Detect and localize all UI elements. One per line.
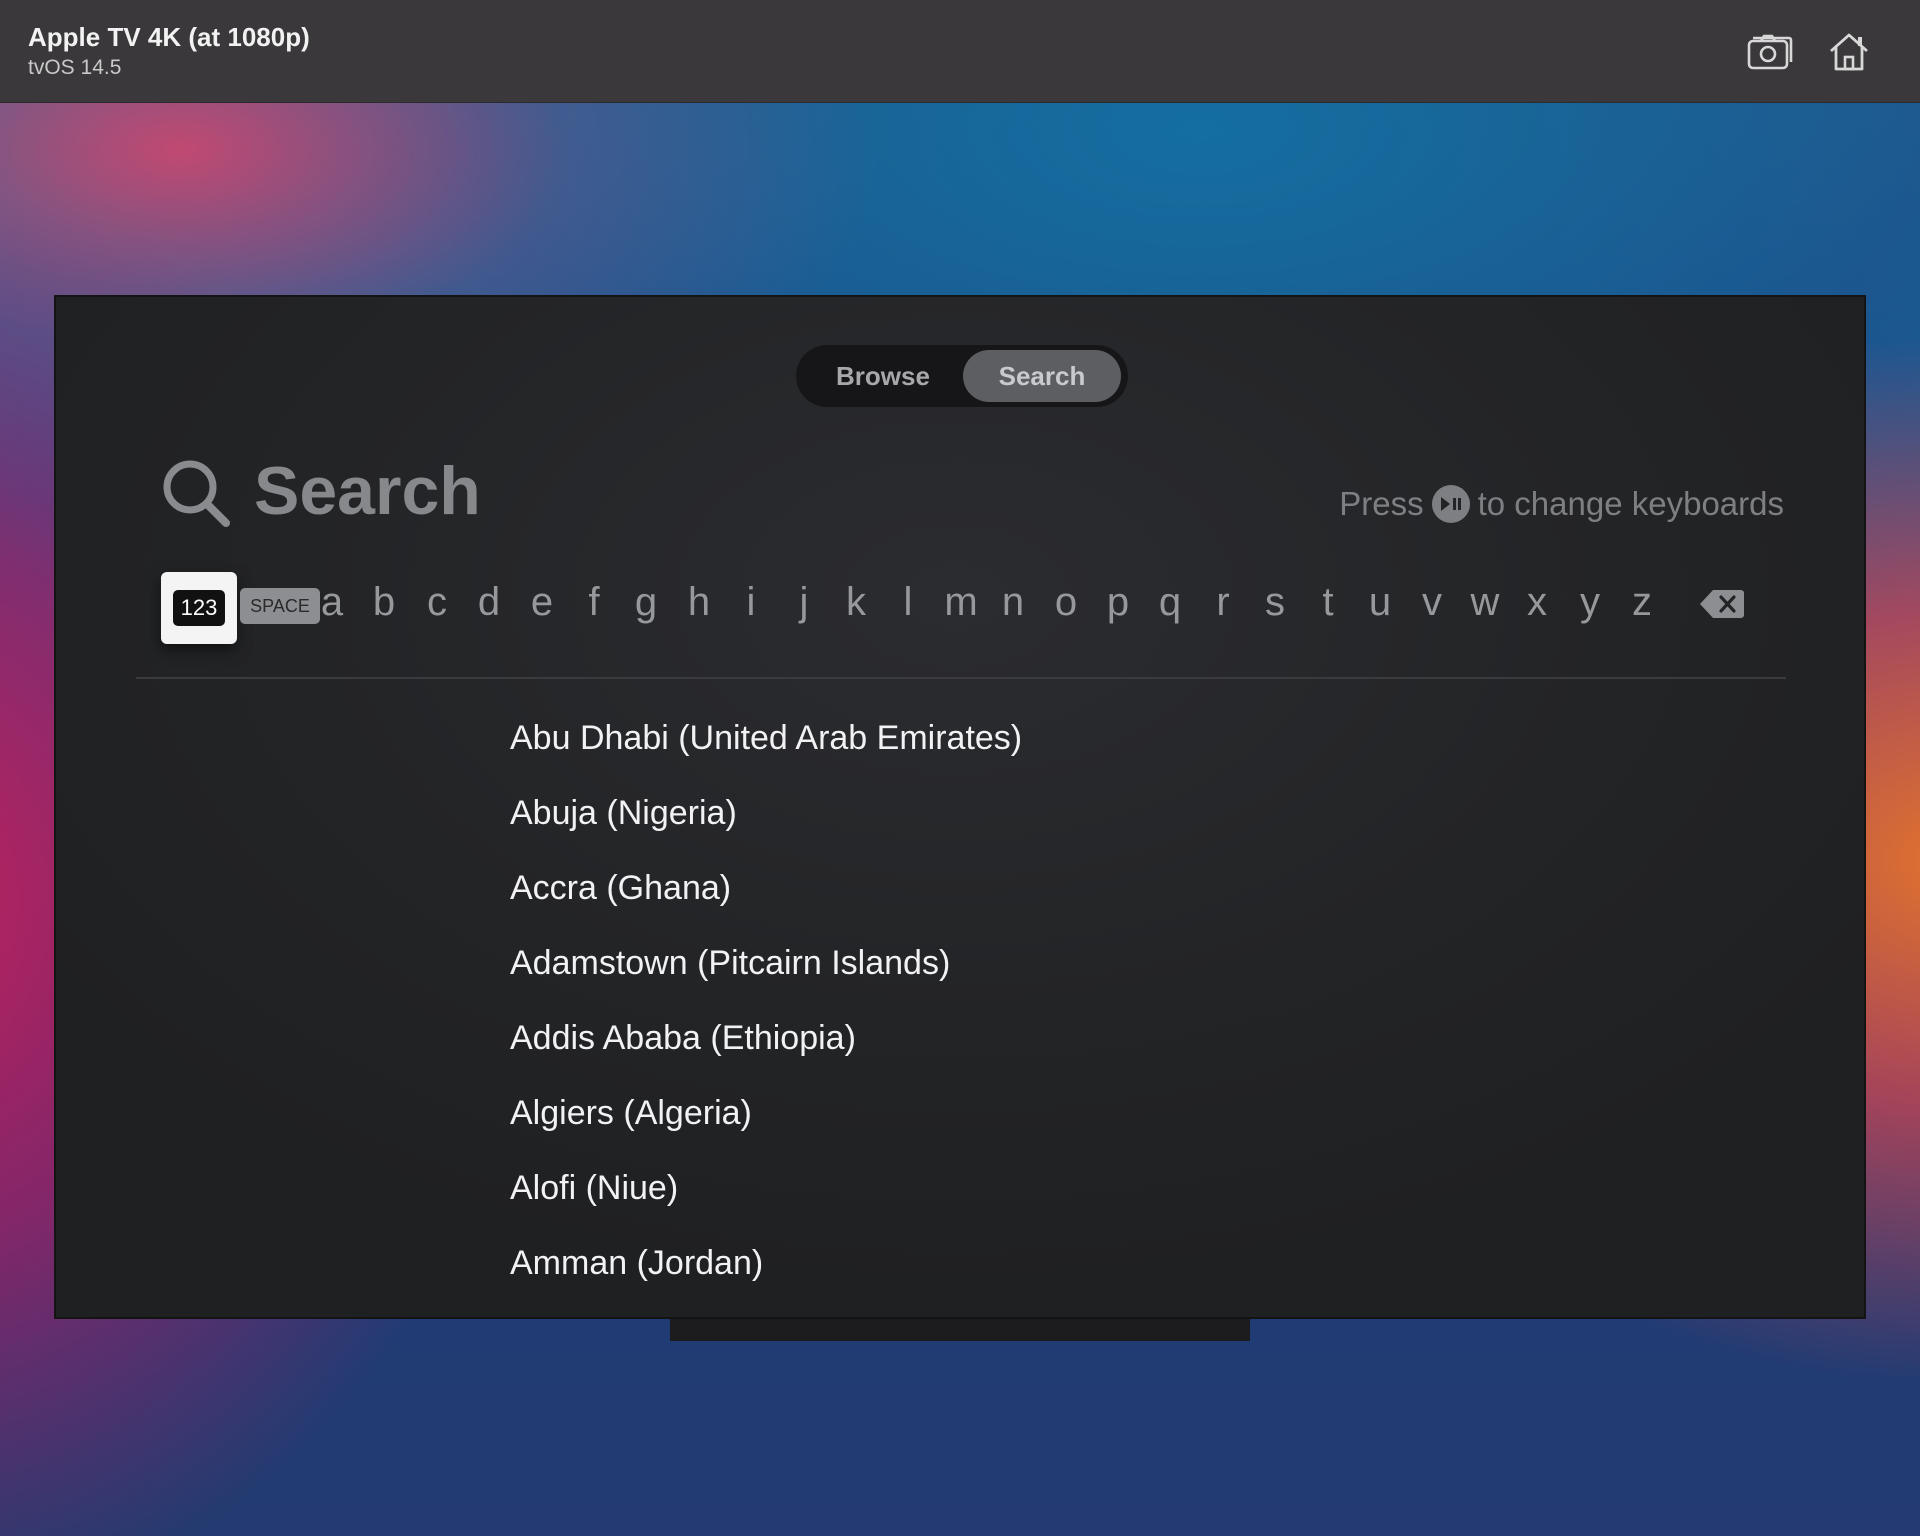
result-item[interactable]: Amman (Jordan) — [510, 1239, 763, 1287]
screenshot-button[interactable] — [1746, 28, 1794, 76]
key-a[interactable]: a — [307, 577, 357, 627]
result-item[interactable]: Accra (Ghana) — [510, 864, 731, 912]
simulator-titlebar: Apple TV 4K (at 1080p) tvOS 14.5 — [0, 0, 1920, 103]
play-pause-icon — [1431, 485, 1470, 523]
tab-segmented-control: Browse Search — [796, 345, 1128, 407]
key-v[interactable]: v — [1407, 577, 1457, 627]
key-b[interactable]: b — [359, 577, 409, 627]
key-w[interactable]: w — [1460, 577, 1510, 627]
key-y[interactable]: y — [1565, 577, 1615, 627]
key-x[interactable]: x — [1512, 577, 1562, 627]
key-s[interactable]: s — [1250, 577, 1300, 627]
key-c[interactable]: c — [412, 577, 462, 627]
key-l[interactable]: l — [883, 577, 933, 627]
key-j[interactable]: j — [779, 577, 829, 627]
result-item[interactable]: Adamstown (Pitcairn Islands) — [510, 939, 950, 987]
tv-stand — [670, 1319, 1250, 1341]
key-h[interactable]: h — [674, 577, 724, 627]
result-item[interactable]: Algiers (Algeria) — [510, 1089, 752, 1137]
backspace-icon[interactable] — [1699, 588, 1745, 620]
key-k[interactable]: k — [831, 577, 881, 627]
key-e[interactable]: e — [517, 577, 567, 627]
key-n[interactable]: n — [988, 577, 1038, 627]
hint-suffix: to change keyboards — [1477, 485, 1784, 522]
key-d[interactable]: d — [464, 577, 514, 627]
home-icon — [1830, 33, 1868, 71]
keyboard-mode-key[interactable]: 123 — [161, 572, 237, 644]
keyboard-divider — [136, 677, 1786, 679]
key-q[interactable]: q — [1145, 577, 1195, 627]
key-m[interactable]: m — [936, 577, 986, 627]
key-f[interactable]: f — [569, 577, 619, 627]
result-item[interactable]: Abu Dhabi (United Arab Emirates) — [510, 714, 1022, 762]
result-item[interactable]: Alofi (Niue) — [510, 1164, 678, 1212]
os-version: tvOS 14.5 — [28, 56, 122, 79]
hint-prefix: Press — [1339, 485, 1424, 522]
device-title: Apple TV 4K (at 1080p) — [28, 22, 310, 52]
key-i[interactable]: i — [726, 577, 776, 627]
tv-screen: Browse Search Search Press to change key… — [54, 295, 1866, 1319]
camera-icon — [1747, 34, 1793, 70]
key-g[interactable]: g — [621, 577, 671, 627]
keyboard-hint: Press to change keyboards — [1339, 485, 1784, 523]
result-item[interactable]: Abuja (Nigeria) — [510, 789, 737, 837]
home-button[interactable] — [1825, 28, 1873, 76]
search-field-placeholder[interactable]: Search — [254, 452, 481, 530]
search-icon — [163, 460, 230, 527]
key-r[interactable]: r — [1198, 577, 1248, 627]
key-u[interactable]: u — [1355, 577, 1405, 627]
key-p[interactable]: p — [1093, 577, 1143, 627]
tab-browse[interactable]: Browse — [806, 350, 960, 402]
result-item[interactable]: Addis Ababa (Ethiopia) — [510, 1014, 856, 1062]
key-z[interactable]: z — [1617, 577, 1667, 627]
keyboard-mode-label: 123 — [173, 590, 225, 626]
key-t[interactable]: t — [1303, 577, 1353, 627]
key-o[interactable]: o — [1041, 577, 1091, 627]
tab-search[interactable]: Search — [963, 350, 1121, 402]
